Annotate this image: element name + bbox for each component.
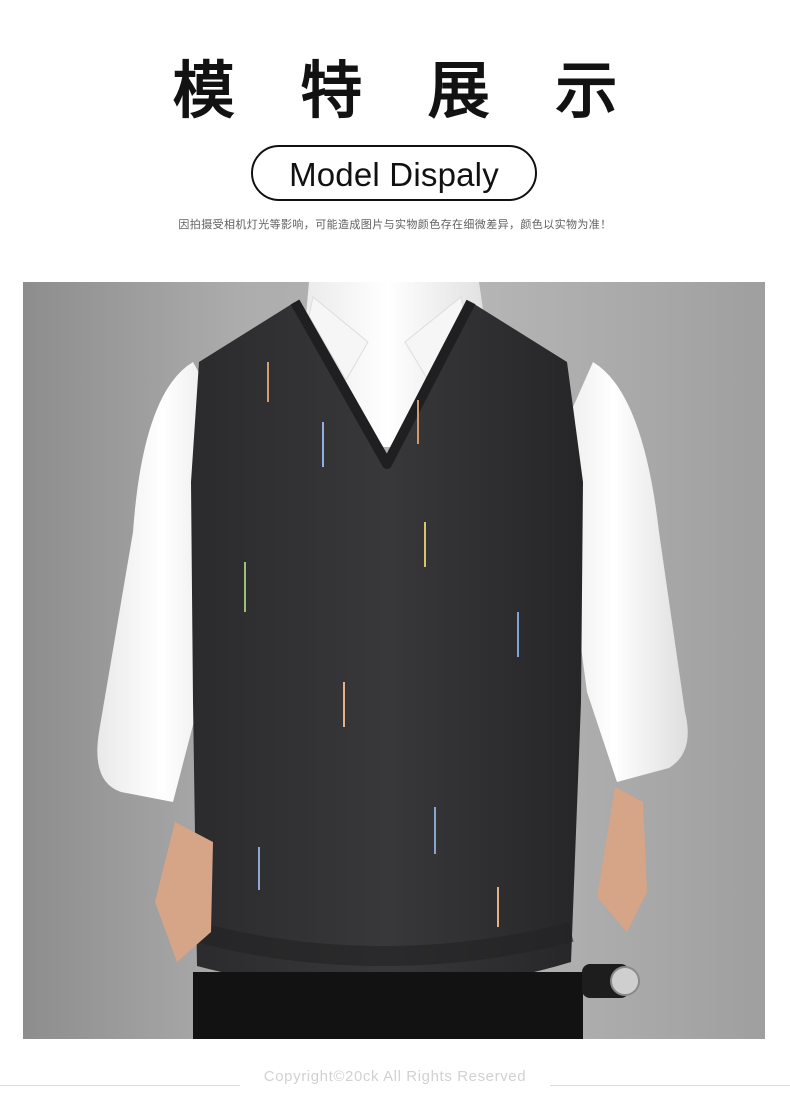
footer-rule-left <box>0 1085 240 1086</box>
footer-rule-right <box>550 1085 790 1086</box>
copyright-watermark: Copyright©20ck All Rights Reserved <box>263 1068 527 1085</box>
model-photo <box>23 282 765 1039</box>
color-notice: 因拍摄受相机灯光等影响，可能造成图片与实物颜色存在细微差异，颜色以实物为准！ <box>178 218 612 231</box>
watch-face <box>610 966 640 996</box>
page-title-zh: 模 特 展 示 <box>172 54 640 127</box>
pants-shape <box>193 972 583 1039</box>
title-en-pill: Model Dispaly <box>251 145 537 201</box>
page-title-en: Model Dispaly <box>289 156 499 193</box>
model-illustration <box>23 282 765 1039</box>
